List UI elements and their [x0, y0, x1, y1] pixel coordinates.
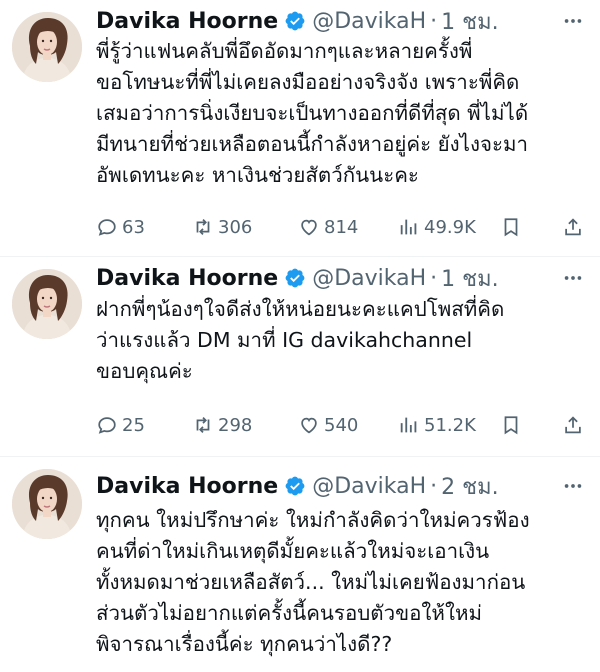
verified-badge-icon	[284, 267, 306, 289]
author-name[interactable]: Davika Hoorne	[96, 266, 278, 291]
tweet-text-line: คนที่ด่าใหม่เกินเหตุดีมั้ยคะแล้วใหม่จะเอ…	[96, 539, 490, 563]
separator-dot: ·	[430, 8, 438, 34]
bookmark-icon	[500, 216, 522, 238]
avatar[interactable]	[12, 469, 82, 539]
reply-icon	[96, 216, 118, 238]
tweet-text-line: เสมอว่าการนิ่งเงียบจะเป็นทางออกที่ดีที่ส…	[96, 101, 529, 125]
tweet-header: Davika Hoorne @DavikaH · 1 ชม.	[96, 261, 600, 295]
views-button[interactable]: 51.2K	[398, 412, 476, 438]
reply-count: 63	[122, 216, 145, 238]
tweet-text-line: ทุกคน ใหม่ปรึกษาค่ะ ใหม่กำลังคิดว่าใหม่ค…	[96, 508, 530, 532]
author-name[interactable]: Davika Hoorne	[96, 9, 278, 34]
timestamp[interactable]: 1 ชม.	[441, 261, 498, 296]
retweet-count: 306	[218, 216, 253, 238]
heart-icon	[298, 216, 320, 238]
views-button[interactable]: 49.9K	[398, 214, 476, 240]
more-options-icon[interactable]	[560, 473, 586, 499]
tweet-header: Davika Hoorne @DavikaH · 1 ชม.	[96, 4, 600, 38]
author-handle[interactable]: @DavikaH	[312, 266, 426, 291]
avatar[interactable]	[12, 269, 82, 339]
heart-icon	[298, 414, 320, 436]
tweet-text-line: ฝากพี่ๆน้องๆใจดีส่งให้หน่อยนะคะแคปโพสที่…	[96, 297, 505, 321]
reply-button[interactable]: 63	[96, 214, 145, 240]
like-button[interactable]: 814	[298, 214, 358, 240]
verified-badge-icon	[284, 10, 306, 32]
more-options-icon[interactable]	[560, 8, 586, 34]
retweet-icon	[192, 414, 214, 436]
bookmark-icon	[500, 414, 522, 436]
retweet-button[interactable]: 298	[192, 412, 252, 438]
verified-badge-icon	[284, 475, 306, 497]
tweet-text: ทุกคน ใหม่ปรึกษาค่ะ ใหม่กำลังคิดว่าใหม่ค…	[96, 505, 582, 660]
tweet-2[interactable]: Davika Hoorne @DavikaH · 1 ชม. ฝากพี่ๆน้…	[0, 257, 600, 456]
retweet-button[interactable]: 306	[192, 214, 252, 240]
tweet-text-line: ว่าแรงแล้ว DM มาที่ IG davikahchannel	[96, 328, 473, 352]
tweet-text: พี่รู้ว่าแฟนคลับพี่อึดอัดมากๆและหลายครั้…	[96, 36, 582, 191]
tweet-text-line: อัพเดทนะคะ หาเงินช่วยสัตว์กันนะคะ	[96, 163, 419, 187]
view-count: 51.2K	[424, 414, 476, 436]
like-count: 814	[324, 216, 359, 238]
author-name[interactable]: Davika Hoorne	[96, 474, 278, 499]
view-count: 49.9K	[424, 216, 476, 238]
author-handle[interactable]: @DavikaH	[312, 474, 426, 499]
reply-count: 25	[122, 414, 145, 436]
timestamp[interactable]: 1 ชม.	[441, 4, 498, 39]
share-button[interactable]	[562, 214, 588, 240]
tweet-text-line: พิจารณาเรื่องนี้ค่ะ ทุกคนว่าไงดี??	[96, 632, 393, 656]
views-chart-icon	[398, 216, 420, 238]
tweet-text-line: มีทนายที่ช่วยเหลือตอนนี้กำลังหาอยู่ค่ะ ย…	[96, 132, 529, 156]
tweet-text-line: ขอบคุณค่ะ	[96, 359, 193, 383]
like-count: 540	[324, 414, 359, 436]
tweet-header: Davika Hoorne @DavikaH · 2 ชม.	[96, 469, 600, 503]
bookmark-button[interactable]	[500, 412, 526, 438]
tweet-text-line: ขอโทษนะที่พี่ไม่เคยลงมืออย่างจริงจัง เพร…	[96, 70, 520, 94]
retweet-icon	[192, 216, 214, 238]
share-icon	[562, 414, 584, 436]
tweet-3[interactable]: Davika Hoorne @DavikaH · 2 ชม. ทุกคน ใหม…	[0, 457, 600, 672]
avatar[interactable]	[12, 12, 82, 82]
tweet-1[interactable]: Davika Hoorne @DavikaH · 1 ชม. พี่รู้ว่า…	[0, 0, 600, 256]
share-icon	[562, 216, 584, 238]
reply-button[interactable]: 25	[96, 412, 145, 438]
like-button[interactable]: 540	[298, 412, 358, 438]
author-handle[interactable]: @DavikaH	[312, 9, 426, 34]
tweet-text: ฝากพี่ๆน้องๆใจดีส่งให้หน่อยนะคะแคปโพสที่…	[96, 294, 582, 387]
views-chart-icon	[398, 414, 420, 436]
tweet-actions: 25 298 540 51.2K	[96, 412, 586, 438]
separator-dot: ·	[430, 473, 438, 499]
retweet-count: 298	[218, 414, 253, 436]
share-button[interactable]	[562, 412, 588, 438]
tweet-text-line: พี่รู้ว่าแฟนคลับพี่อึดอัดมากๆและหลายครั้…	[96, 39, 473, 63]
tweet-actions: 63 306 814 49.9K	[96, 214, 586, 240]
bookmark-button[interactable]	[500, 214, 526, 240]
tweet-text-line: ทั้งหมดมาช่วยเหลือสัตว์... ใหม่ไม่เคยฟ้อ…	[96, 570, 526, 594]
separator-dot: ·	[430, 265, 438, 291]
timestamp[interactable]: 2 ชม.	[441, 469, 498, 504]
tweet-text-line: ส่วนตัวไม่อยากแต่ครั้งนี้คนรอบตัวขอให้ให…	[96, 601, 482, 625]
more-options-icon[interactable]	[560, 265, 586, 291]
reply-icon	[96, 414, 118, 436]
